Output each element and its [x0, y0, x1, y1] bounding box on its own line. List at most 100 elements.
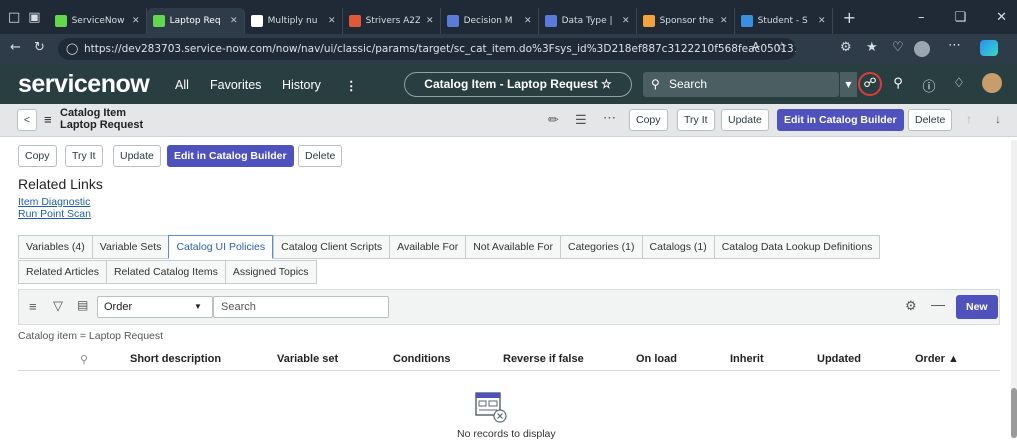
browser-tab[interactable]: Decision M ✕ [441, 8, 539, 34]
extensions-icon[interactable]: ⚙ [840, 40, 852, 55]
item-diagnostic-link[interactable]: Item Diagnostic [18, 196, 90, 208]
tab-close-icon[interactable]: ✕ [230, 16, 238, 26]
address-bar: ← ↻ ◯ https://dev283703.service-now.com/… [0, 34, 1017, 64]
header-try-it-button[interactable]: Try It [677, 109, 715, 131]
related-tabs-row-1: Variables (4) Variable Sets Catalog UI Pol… [18, 235, 881, 259]
related-tab[interactable]: Assigned Topics [224, 260, 317, 284]
group-by-icon[interactable]: ▤ [77, 298, 88, 312]
global-search-input[interactable]: ⚲ Search [643, 72, 839, 97]
nav-history[interactable]: History [282, 78, 321, 92]
refresh-icon[interactable]: ↻ [34, 40, 45, 55]
next-record-icon[interactable]: ↓ [995, 112, 1001, 126]
update-button[interactable]: Update [113, 145, 161, 167]
copilot-icon[interactable] [980, 40, 998, 56]
col-order[interactable]: Order ▲ [915, 353, 959, 365]
tab-close-icon[interactable]: ✕ [328, 16, 336, 26]
previous-record-icon[interactable]: ↑ [966, 112, 972, 126]
header-copy-button[interactable]: Copy [629, 109, 668, 131]
column-search-icon[interactable]: ⚲ [80, 353, 88, 366]
back-icon[interactable]: ← [10, 40, 21, 55]
tab-close-icon[interactable]: ✕ [818, 16, 826, 26]
try-it-button[interactable]: Try It [65, 145, 103, 167]
run-point-scan-link[interactable]: Run Point Scan [18, 208, 91, 220]
list-search-input[interactable]: Search [213, 296, 389, 318]
close-window-icon[interactable]: ✕ [996, 10, 1007, 25]
browser-tab[interactable]: Laptop Req ✕ [146, 8, 245, 34]
browser-tab[interactable]: Student - S ✕ [735, 8, 833, 34]
related-tab[interactable]: Catalog UI Policies [168, 235, 274, 259]
scrollbar-thumb[interactable] [1011, 388, 1017, 438]
read-aloud-icon[interactable]: A [752, 40, 760, 53]
delete-button[interactable]: Delete [298, 145, 343, 167]
related-tab[interactable]: Available For [389, 235, 466, 259]
browser-tab[interactable]: Data Type | ✕ [539, 8, 637, 34]
tab-close-icon[interactable]: ✕ [720, 16, 728, 26]
browser-tab[interactable]: Strivers A2Z ✕ [343, 8, 441, 34]
minimize-icon[interactable]: – [918, 10, 925, 25]
edit-catalog-builder-button[interactable]: Edit in Catalog Builder [167, 145, 294, 167]
related-tab[interactable]: Related Articles [18, 260, 106, 284]
nav-all[interactable]: All [175, 78, 189, 92]
search-scope-dropdown[interactable]: ▼ [839, 72, 857, 97]
new-tab-icon[interactable]: + [843, 8, 856, 27]
col-short-description[interactable]: Short description [130, 353, 221, 365]
tab-actions-icon[interactable]: ▣ [28, 10, 40, 25]
col-on-load[interactable]: On load [636, 353, 677, 365]
tab-label: ServiceNow [71, 16, 125, 26]
col-updated[interactable]: Updated [817, 353, 861, 365]
back-button[interactable]: < [17, 109, 37, 131]
heart-icon[interactable]: ♡ [892, 40, 904, 55]
filter-icon[interactable]: ▽ [53, 298, 63, 314]
globe-icon[interactable]: ☍ [858, 72, 882, 96]
chat-icon[interactable]: ⚲ [889, 76, 907, 91]
browser-tab[interactable]: Multiply nu ✕ [245, 8, 343, 34]
tab-close-icon[interactable]: ✕ [426, 16, 434, 26]
more-actions-icon[interactable]: ⋯ [603, 110, 616, 126]
tab-close-icon[interactable]: ✕ [524, 16, 532, 26]
browser-tab[interactable]: ServiceNow ✕ [49, 8, 147, 34]
list-menu-icon[interactable]: ≡ [29, 299, 37, 314]
related-tab[interactable]: Catalogs (1) [641, 235, 714, 259]
favorite-star-icon[interactable]: ☆ [776, 40, 788, 55]
related-tab[interactable]: Variable Sets [91, 235, 169, 259]
filter-breadcrumb[interactable]: Catalog item = Laptop Request [18, 330, 163, 342]
tab-close-icon[interactable]: ✕ [132, 16, 140, 26]
col-reverse-if-false[interactable]: Reverse if false [503, 353, 584, 365]
new-button[interactable]: New [956, 295, 998, 319]
nav-more-icon[interactable]: ⋮ [345, 78, 358, 93]
restore-icon[interactable]: ❏ [954, 10, 966, 25]
search-field-select[interactable]: Order ▼ [97, 296, 213, 318]
header-delete-button[interactable]: Delete [908, 109, 953, 131]
attachment-icon[interactable]: ✏ [548, 112, 559, 128]
collapse-icon[interactable]: — [931, 296, 945, 312]
form-menu-icon[interactable]: ≡ [44, 112, 52, 127]
related-tab[interactable]: Related Catalog Items [105, 260, 225, 284]
related-tab[interactable]: Catalog Client Scripts [273, 235, 390, 259]
col-inherit[interactable]: Inherit [730, 353, 764, 365]
notifications-icon[interactable]: ♢ [950, 76, 968, 91]
servicenow-logo[interactable]: servicenow [18, 70, 150, 99]
settings-sliders-icon[interactable]: ☰ [575, 112, 587, 128]
related-tab[interactable]: Catalog Data Lookup Definitions [713, 235, 881, 259]
nav-favorites[interactable]: Favorites [210, 78, 261, 92]
browser-menu-icon[interactable]: □ [8, 10, 20, 25]
more-options-icon[interactable]: ⋯ [948, 38, 961, 53]
tab-label: Student - S [757, 16, 808, 26]
list-settings-icon[interactable]: ⚙ [905, 298, 917, 314]
favorites-bar-icon[interactable]: ★ [866, 40, 878, 55]
tab-close-icon[interactable]: ✕ [622, 16, 630, 26]
header-edit-catalog-builder-button[interactable]: Edit in Catalog Builder [777, 109, 904, 131]
profile-icon[interactable] [914, 41, 930, 57]
header-update-button[interactable]: Update [721, 109, 769, 131]
url-field[interactable]: ◯ https://dev283703.service-now.com/now/… [58, 38, 796, 60]
col-variable-set[interactable]: Variable set [277, 353, 338, 365]
user-avatar[interactable] [982, 73, 1002, 93]
related-tab[interactable]: Not Available For [465, 235, 560, 259]
browser-tab[interactable]: Sponsor the ✕ [637, 8, 735, 34]
context-pill[interactable]: Catalog Item - Laptop Request ☆ [404, 72, 632, 97]
col-conditions[interactable]: Conditions [393, 353, 450, 365]
related-tab[interactable]: Variables (4) [18, 235, 92, 259]
copy-button[interactable]: Copy [18, 145, 57, 167]
related-tab[interactable]: Categories (1) [559, 235, 642, 259]
help-icon[interactable]: ⓘ [920, 76, 938, 95]
